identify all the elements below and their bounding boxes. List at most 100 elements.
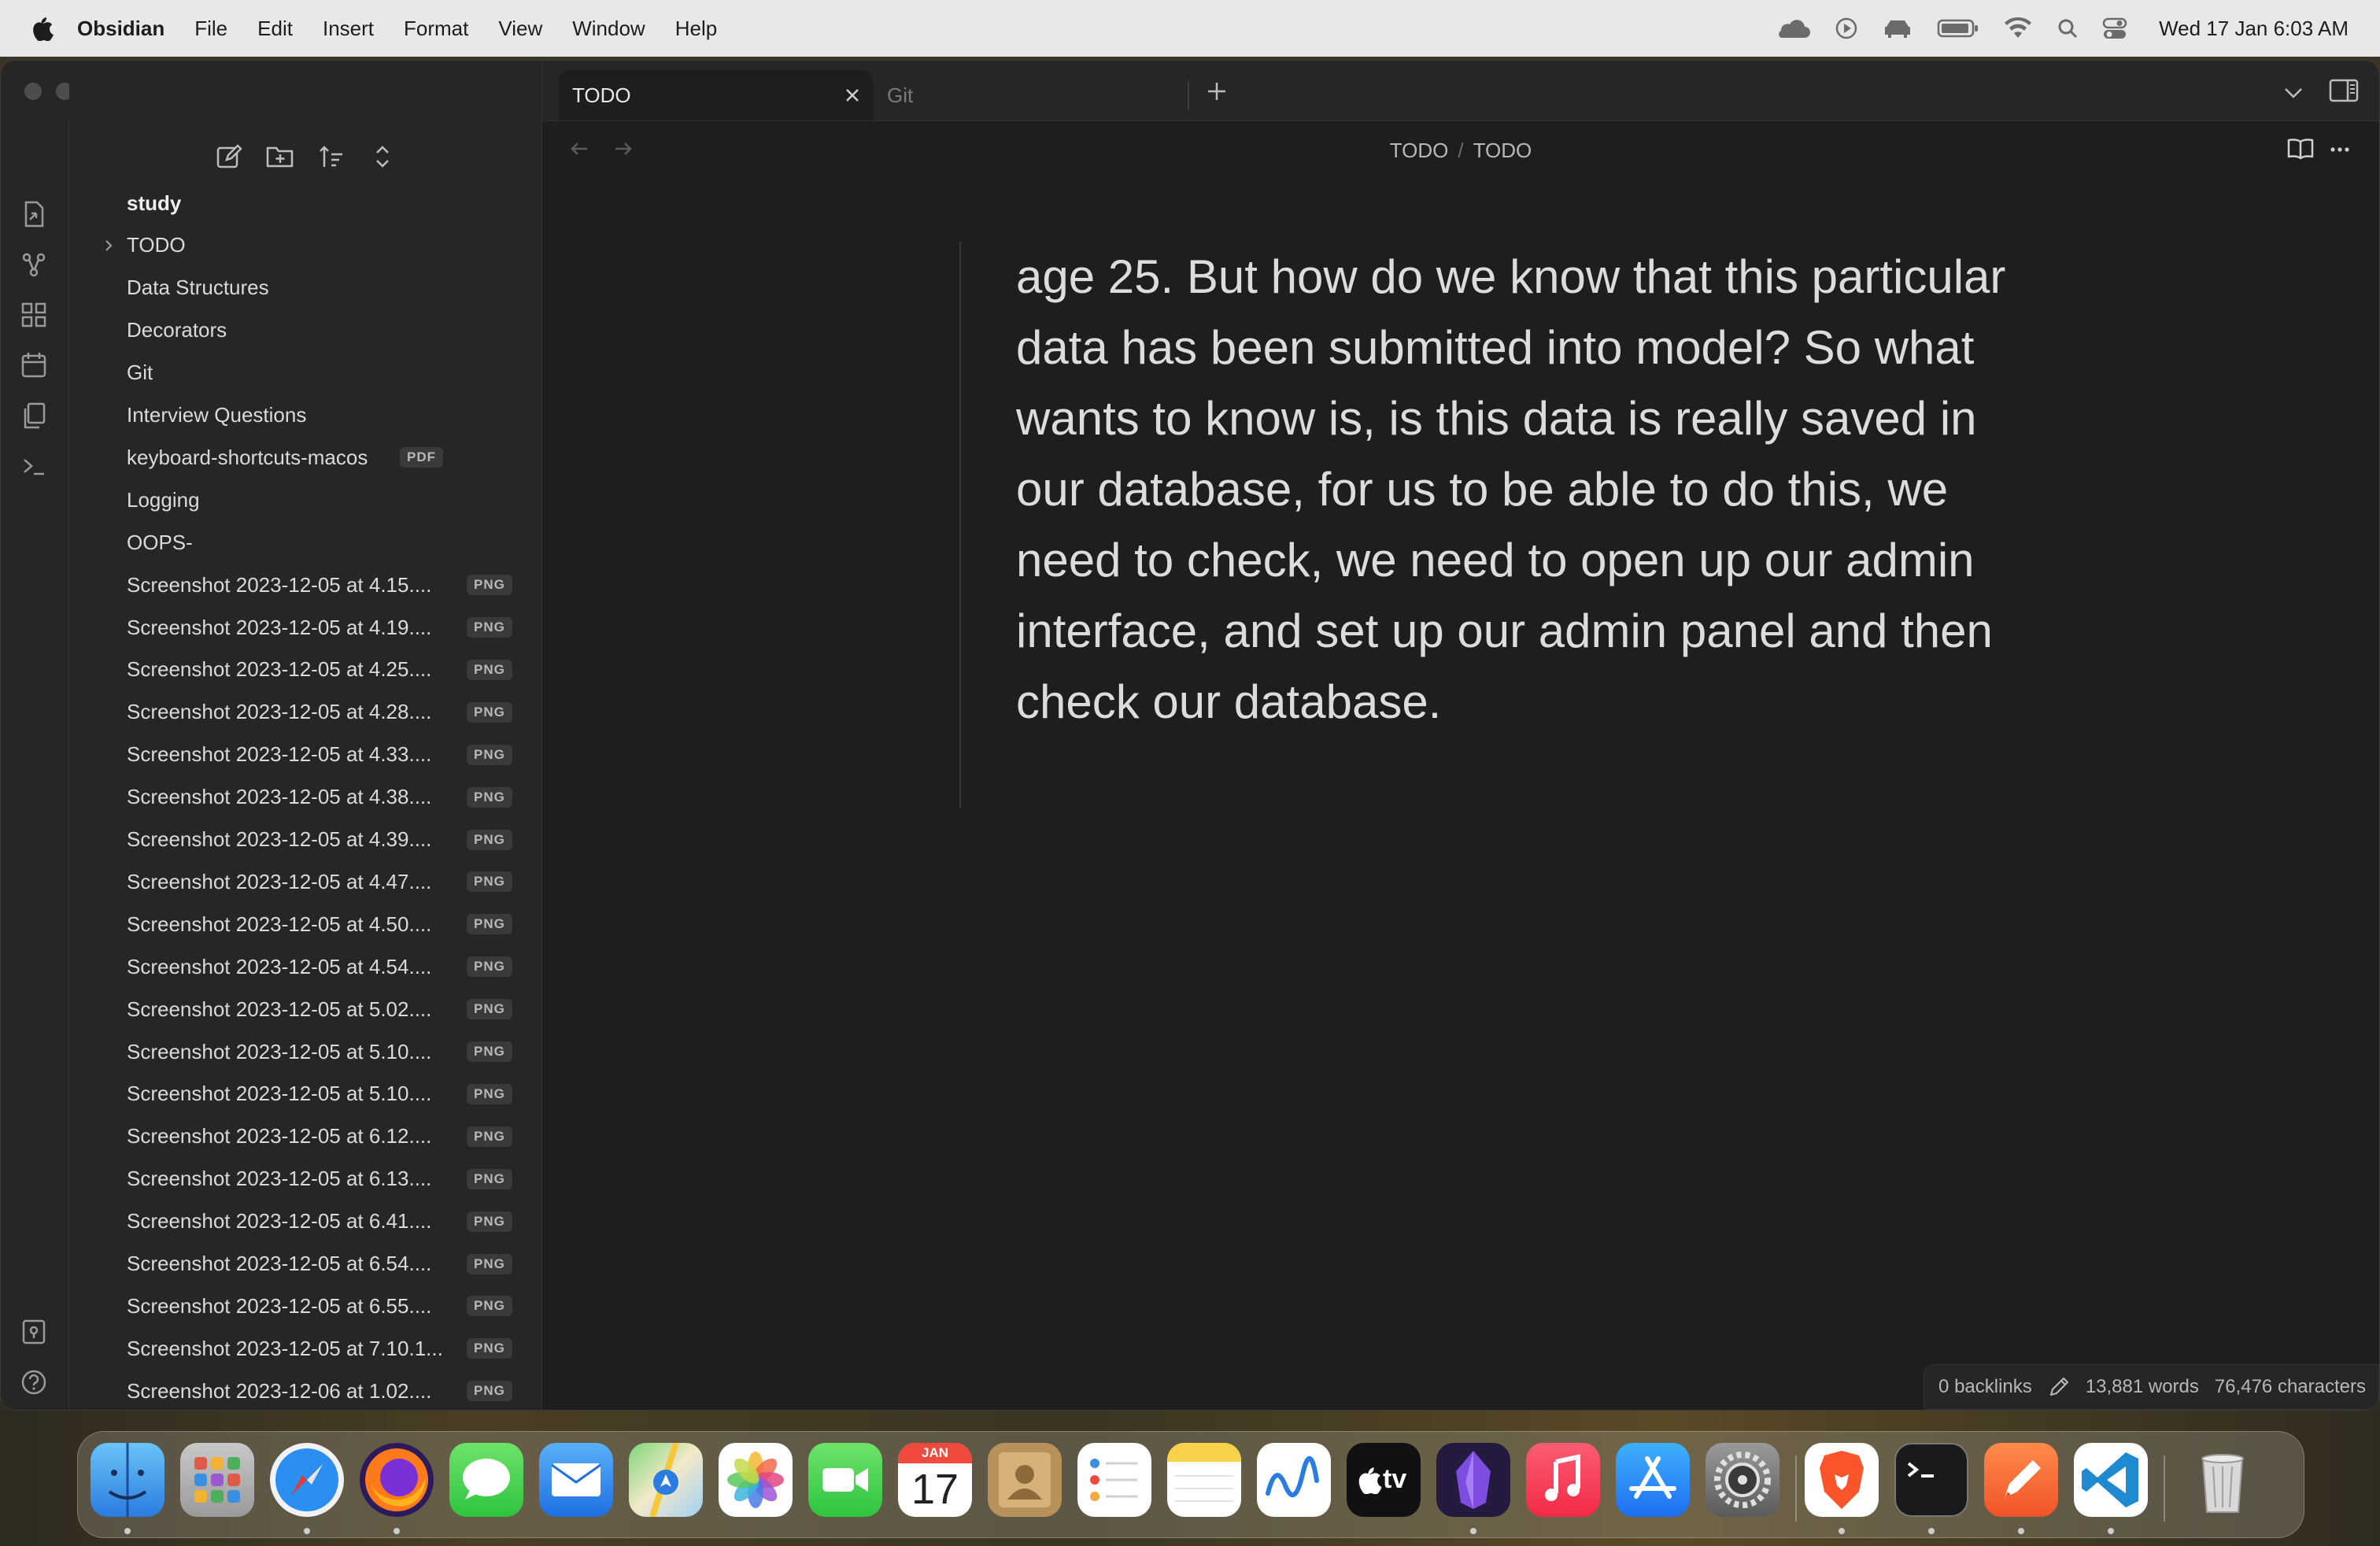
vscode-icon[interactable]	[2074, 1443, 2148, 1517]
tree-file[interactable]: Screenshot 2023-12-05 at 4.39.... PNG	[69, 819, 541, 861]
tree-file[interactable]: Git	[69, 352, 541, 394]
terminal-icon[interactable]	[1894, 1443, 1968, 1517]
tree-file[interactable]: Screenshot 2023-12-05 at 4.38.... PNG	[69, 776, 541, 819]
tree-file[interactable]: Screenshot 2023-12-05 at 4.15.... PNG	[69, 564, 541, 606]
reading-view-book-icon[interactable]	[2286, 137, 2315, 161]
canvas-icon[interactable]	[19, 300, 49, 330]
note-paragraph[interactable]: age 25. But how do we know that this par…	[1016, 242, 2039, 738]
breadcrumb-parent[interactable]: TODO	[1390, 139, 1449, 162]
cloud-icon[interactable]	[1773, 17, 1811, 39]
app-store-icon[interactable]	[1616, 1443, 1690, 1517]
tree-file[interactable]: Screenshot 2023-12-05 at 5.10.... PNG	[69, 1030, 541, 1073]
menu-help[interactable]: Help	[675, 17, 717, 41]
editing-mode-pencil-icon[interactable]	[2048, 1376, 2070, 1398]
expand-collapse-all-button[interactable]	[367, 141, 398, 172]
new-folder-button[interactable]	[264, 141, 296, 172]
vault-switcher-icon[interactable]	[19, 1317, 49, 1347]
command-palette-icon[interactable]	[19, 451, 49, 481]
menu-window[interactable]: Window	[572, 17, 645, 41]
tree-file[interactable]: Screenshot 2023-12-05 at 6.13.... PNG	[69, 1158, 541, 1200]
brave-browser-icon[interactable]	[1805, 1443, 1879, 1517]
tree-file[interactable]: Screenshot 2023-12-05 at 6.54.... PNG	[69, 1243, 541, 1285]
menu-insert[interactable]: Insert	[323, 17, 374, 41]
tab-list-chevron-down-icon[interactable]	[2283, 86, 2304, 100]
menu-app-name[interactable]: Obsidian	[77, 17, 164, 41]
change-sort-order-button[interactable]	[316, 141, 347, 172]
toggle-right-sidebar-icon[interactable]	[2329, 78, 2359, 103]
pen-app-icon[interactable]	[1984, 1443, 2058, 1517]
notes-icon[interactable]	[1167, 1443, 1241, 1517]
tree-file[interactable]: Screenshot 2023-12-05 at 4.19.... PNG	[69, 606, 541, 649]
play-circle-icon[interactable]	[1835, 17, 1858, 40]
templates-copy-icon[interactable]	[19, 401, 49, 431]
tree-file[interactable]: Screenshot 2023-12-05 at 6.12.... PNG	[69, 1115, 541, 1158]
reminders-icon[interactable]	[1077, 1443, 1151, 1517]
wifi-icon[interactable]	[2003, 17, 2033, 40]
menu-edit[interactable]: Edit	[257, 17, 293, 41]
photos-icon[interactable]	[719, 1443, 793, 1517]
vault-name[interactable]: study	[69, 182, 541, 224]
tree-file[interactable]: Interview Questions	[69, 394, 541, 437]
calendar-icon[interactable]: JAN 17	[898, 1443, 972, 1517]
backlinks-count[interactable]: 0 backlinks	[1938, 1376, 2032, 1398]
tree-file[interactable]: Screenshot 2023-12-05 at 4.50.... PNG	[69, 903, 541, 945]
tree-file[interactable]: Decorators	[69, 309, 541, 352]
menu-file[interactable]: File	[194, 17, 227, 41]
apple-tv-icon[interactable]: tv	[1347, 1443, 1421, 1517]
help-icon[interactable]	[19, 1367, 49, 1397]
system-settings-icon[interactable]	[1706, 1443, 1779, 1517]
tree-file[interactable]: Logging	[69, 479, 541, 521]
menu-format[interactable]: Format	[404, 17, 468, 41]
tab-todo[interactable]: TODO	[558, 70, 873, 120]
freeform-icon[interactable]	[1257, 1443, 1331, 1517]
tree-file[interactable]: Screenshot 2023-12-05 at 6.41.... PNG	[69, 1200, 541, 1243]
music-icon[interactable]	[1526, 1443, 1600, 1517]
tree-file[interactable]: Screenshot 2023-12-05 at 5.10.... PNG	[69, 1073, 541, 1115]
chevron-right-icon[interactable]	[101, 238, 116, 253]
launchpad-icon[interactable]	[180, 1443, 254, 1517]
more-options-icon[interactable]	[2329, 142, 2351, 157]
tree-file[interactable]: Screenshot 2023-12-05 at 4.25.... PNG	[69, 649, 541, 691]
obsidian-icon[interactable]	[1436, 1443, 1510, 1517]
finder-icon[interactable]	[91, 1443, 164, 1517]
tree-file[interactable]: Data Structures	[69, 267, 541, 309]
apple-menu-icon[interactable]	[31, 16, 54, 41]
trash-icon[interactable]	[2186, 1443, 2260, 1517]
editor-content[interactable]: age 25. But how do we know that this par…	[542, 179, 2379, 1410]
menu-bar-clock[interactable]: Wed 17 Jan 6:03 AM	[2159, 17, 2349, 41]
tree-file[interactable]: OOPS-	[69, 521, 541, 564]
close-window-button[interactable]	[24, 83, 42, 100]
safari-icon[interactable]	[270, 1443, 344, 1517]
battery-icon[interactable]	[1937, 18, 1979, 39]
tree-file[interactable]: Screenshot 2023-12-05 at 5.02.... PNG	[69, 988, 541, 1030]
tree-item-label: keyboard-shortcuts-macos	[127, 445, 368, 469]
maps-icon[interactable]	[629, 1443, 703, 1517]
mail-icon[interactable]	[539, 1443, 613, 1517]
new-note-button[interactable]	[213, 141, 245, 172]
tree-folder[interactable]: TODO	[69, 224, 541, 267]
graph-view-icon[interactable]	[19, 250, 49, 279]
tree-item-label: Screenshot 2023-12-05 at 4.38....	[127, 785, 432, 809]
spotlight-search-icon[interactable]	[2057, 17, 2079, 39]
tree-file[interactable]: keyboard-shortcuts-macos PDF	[69, 436, 541, 479]
facetime-icon[interactable]	[808, 1443, 882, 1517]
tree-file[interactable]: Screenshot 2023-12-05 at 4.28.... PNG	[69, 691, 541, 734]
tree-file[interactable]: Screenshot 2023-12-05 at 4.33.... PNG	[69, 734, 541, 776]
car-icon[interactable]	[1882, 17, 1913, 39]
daily-note-calendar-icon[interactable]	[19, 350, 49, 380]
firefox-icon[interactable]	[360, 1443, 434, 1517]
new-tab-plus-icon[interactable]	[1205, 80, 1229, 103]
messages-icon[interactable]	[449, 1443, 523, 1517]
tree-file[interactable]: Screenshot 2023-12-05 at 7.10.1... PNG	[69, 1327, 541, 1370]
breadcrumb-current[interactable]: TODO	[1473, 139, 1532, 162]
tree-file[interactable]: Screenshot 2023-12-05 at 4.47.... PNG	[69, 860, 541, 903]
menu-view[interactable]: View	[498, 17, 542, 41]
tree-file[interactable]: Screenshot 2023-12-06 at 1.02.... PNG	[69, 1370, 541, 1410]
contacts-icon[interactable]	[988, 1443, 1062, 1517]
tab-git[interactable]: Git	[873, 70, 1188, 120]
close-tab-icon[interactable]	[843, 86, 862, 105]
tree-file[interactable]: Screenshot 2023-12-05 at 6.55.... PNG	[69, 1285, 541, 1327]
control-center-icon[interactable]	[2102, 17, 2127, 40]
open-quick-switcher-icon[interactable]	[19, 199, 49, 229]
tree-file[interactable]: Screenshot 2023-12-05 at 4.54.... PNG	[69, 945, 541, 988]
